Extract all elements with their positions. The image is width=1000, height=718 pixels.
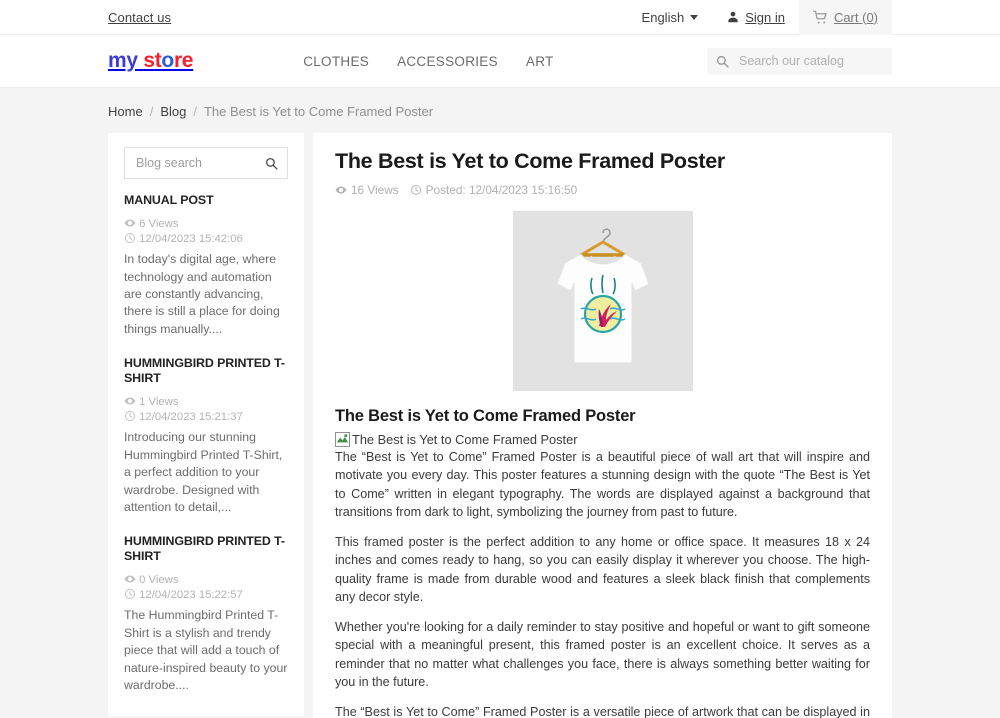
cart-label: Cart (0)	[833, 9, 878, 25]
article-posted-date: Posted: 12/04/2023 15:16:50	[425, 183, 578, 197]
menu-item-clothes[interactable]: CLOTHES	[303, 54, 369, 69]
cart-icon	[812, 10, 828, 25]
main-menu: CLOTHES ACCESSORIES ART	[303, 54, 553, 69]
blog-sidebar: MANUAL POST 6 Views	[108, 133, 304, 717]
eye-icon	[124, 395, 136, 407]
sidebar-post-views: 0 Views	[139, 573, 179, 586]
sidebar-post-title[interactable]: HUMMINGBIRD PRINTED T-SHIRT	[124, 534, 288, 563]
list-item[interactable]: MANUAL POST 6 Views 12/04/2023 15:42:06 …	[124, 193, 288, 338]
views-group: 6 Views	[124, 218, 179, 230]
sidebar-post-views: 6 Views	[139, 217, 179, 230]
article-paragraph-4: The “Best is Yet to Come” Framed Poster …	[335, 705, 870, 718]
date-group: 12/04/2023 15:42:06	[124, 232, 243, 245]
article-hero-wrapper	[335, 211, 870, 391]
user-icon	[726, 10, 740, 24]
search-icon[interactable]	[265, 157, 278, 170]
article-paragraph-2: This framed poster is the perfect additi…	[335, 535, 870, 604]
blog-search-input[interactable]	[134, 155, 265, 171]
breadcrumb: Home / Blog / The Best is Yet to Come Fr…	[108, 88, 892, 133]
logo-part-o: o	[161, 49, 174, 72]
broken-image-icon	[335, 432, 350, 447]
chevron-down-icon	[690, 14, 699, 20]
sidebar-post-views: 1 Views	[139, 395, 179, 408]
top-bar: Contact us English Sign in Cart (0)	[0, 0, 1000, 35]
contact-us-link[interactable]: Contact us	[108, 10, 171, 25]
blog-search[interactable]	[124, 147, 288, 179]
eye-icon	[335, 184, 347, 196]
breadcrumb-item-current: The Best is Yet to Come Framed Poster	[203, 104, 434, 119]
date-group: 12/04/2023 15:21:37	[124, 410, 243, 423]
article-content: The Best is Yet to Come Framed Poster 16…	[313, 133, 892, 718]
views-group: 0 Views	[124, 574, 179, 586]
top-bar-right-group: English Sign in Cart (0)	[642, 0, 892, 35]
clock-icon	[124, 410, 136, 422]
clock-icon	[124, 232, 136, 244]
article-meta: 16 Views Posted: 12/04/2023 15:16:50	[335, 183, 870, 197]
sidebar-post-title[interactable]: MANUAL POST	[124, 193, 288, 208]
clock-icon	[410, 184, 422, 196]
catalog-search[interactable]	[707, 47, 892, 75]
sidebar-post-excerpt: The Hummingbird Printed T-Shirt is a sty…	[124, 608, 288, 692]
sidebar-post-date: 12/04/2023 15:22:57	[139, 588, 243, 601]
sidebar-post-date: 12/04/2023 15:42:06	[139, 232, 243, 245]
article-paragraph-3: Whether you're looking for a daily remin…	[335, 620, 870, 689]
page-body: Home / Blog / The Best is Yet to Come Fr…	[0, 88, 1000, 718]
sign-in-button[interactable]: Sign in	[712, 0, 799, 35]
breadcrumb-item-blog[interactable]: Blog	[160, 104, 186, 119]
article-heading: The Best is Yet to Come Framed Poster	[335, 407, 636, 425]
sidebar-post-meta: 0 Views 12/04/2023 15:22:57	[124, 573, 288, 604]
menu-item-art[interactable]: ART	[526, 54, 554, 69]
breadcrumb-separator-1: /	[149, 104, 154, 119]
list-item[interactable]: HUMMINGBIRD PRINTED T-SHIRT 1 Views 12/0…	[124, 356, 288, 516]
catalog-search-input[interactable]	[737, 53, 883, 69]
views-group: 1 Views	[124, 396, 179, 408]
page-title: The Best is Yet to Come Framed Poster	[335, 149, 725, 173]
logo-part-s: s	[143, 49, 155, 72]
article-hero-image	[512, 211, 693, 391]
logo-part-my: my	[108, 49, 138, 72]
cart-button[interactable]: Cart (0)	[798, 0, 892, 35]
site-header: my store CLOTHES ACCESSORIES ART	[0, 35, 1000, 88]
sidebar-post-excerpt: Introducing our stunning Hummingbird Pri…	[124, 430, 283, 514]
list-item[interactable]: HUMMINGBIRD PRINTED T-SHIRT 0 Views 12/0…	[124, 534, 288, 694]
sidebar-post-title[interactable]: HUMMINGBIRD PRINTED T-SHIRT	[124, 356, 288, 385]
logo-part-re: re	[173, 49, 194, 72]
broken-image-line: The Best is Yet to Come Framed Poster	[335, 432, 870, 447]
eye-icon	[124, 217, 136, 229]
breadcrumb-separator-2: /	[193, 104, 197, 119]
eye-icon	[124, 573, 136, 585]
search-icon	[716, 55, 729, 68]
language-selector[interactable]: English	[642, 0, 713, 35]
breadcrumb-item-home[interactable]: Home	[108, 104, 143, 119]
article-views: 16 Views	[351, 183, 399, 197]
date-group: 12/04/2023 15:22:57	[124, 588, 243, 601]
menu-item-accessories[interactable]: ACCESSORIES	[397, 54, 498, 69]
sidebar-post-date: 12/04/2023 15:21:37	[139, 410, 243, 423]
language-selector-label: English	[641, 9, 685, 25]
sidebar-post-meta: 6 Views 12/04/2023 15:42:06	[124, 217, 288, 248]
article-paragraph-1: The “Best is Yet to Come” Framed Poster …	[335, 450, 870, 519]
page-layout: MANUAL POST 6 Views	[108, 133, 892, 718]
broken-image-alt-text: The Best is Yet to Come Framed Poster	[352, 432, 578, 447]
site-logo[interactable]: my store	[108, 49, 194, 73]
sign-in-label: Sign in	[745, 9, 785, 25]
sidebar-post-excerpt: In today's digital age, where technology…	[124, 252, 280, 336]
clock-icon	[124, 588, 136, 600]
sidebar-post-meta: 1 Views 12/04/2023 15:21:37	[124, 395, 288, 426]
